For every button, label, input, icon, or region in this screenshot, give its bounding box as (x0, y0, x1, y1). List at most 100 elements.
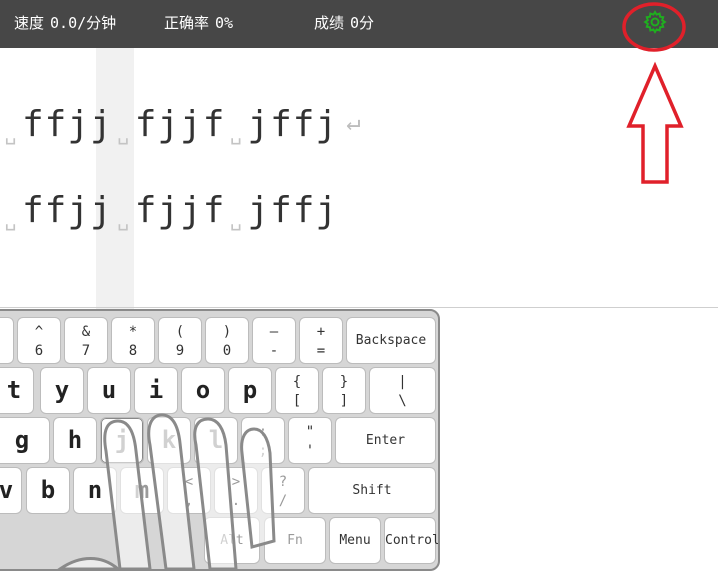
key-0[interactable]: ) 0 (205, 317, 249, 364)
key-8[interactable]: * 8 (111, 317, 155, 364)
key-h[interactable]: h (53, 417, 97, 464)
space-marker: ␣ (117, 207, 131, 231)
key-control[interactable]: Control (384, 517, 440, 564)
key-shift-char: { (292, 374, 302, 390)
key-l[interactable]: l (194, 417, 238, 464)
key-label: i (148, 376, 164, 404)
accuracy-label: 正确率 (164, 14, 210, 32)
accuracy-value: 0% (215, 14, 234, 32)
practice-word: fjjf (134, 190, 226, 231)
key-shift-char: > (231, 474, 241, 490)
key-shift-char: + (316, 324, 326, 340)
key-equals[interactable]: + = (299, 317, 343, 364)
key-enter[interactable]: Enter (335, 417, 436, 464)
practice-line-1: ␣ ffjj ␣ fjjf ␣ jffj ↵ (0, 104, 362, 156)
key-label: p (242, 376, 258, 404)
key-right-bracket[interactable]: } ] (322, 367, 366, 414)
key-slash[interactable]: ? / (261, 467, 305, 514)
speed-value: 0.0/分钟 (50, 14, 117, 32)
key-menu[interactable]: Menu (329, 517, 381, 564)
key-backspace[interactable]: Backspace (346, 317, 436, 364)
key-shift-char: < (184, 474, 194, 490)
key-fn[interactable]: Fn (264, 517, 326, 564)
key-left-bracket[interactable]: { [ (275, 367, 319, 414)
key-g[interactable]: g (0, 417, 50, 464)
practice-word: ffjj (22, 190, 113, 231)
key-p[interactable]: p (228, 367, 272, 414)
key-9[interactable]: ( 9 (158, 317, 202, 364)
key-t[interactable]: t (0, 367, 34, 414)
key-label: Shift (352, 483, 392, 498)
key-char: 9 (175, 343, 185, 359)
divider (0, 307, 718, 308)
space-marker: ␣ (229, 207, 243, 231)
key-char: 8 (128, 343, 138, 359)
key-j[interactable]: j (100, 417, 144, 464)
key-shift-char: " (305, 424, 315, 440)
key-i[interactable]: i (134, 367, 178, 414)
key-quote[interactable]: " ' (288, 417, 332, 464)
key-b[interactable]: b (26, 467, 70, 514)
key-v[interactable]: v (0, 467, 22, 514)
key-label: u (101, 376, 117, 404)
key-label: Control (385, 533, 440, 548)
settings-button[interactable] (642, 9, 668, 35)
key-char: ' (305, 443, 315, 459)
key-shift[interactable]: Shift (308, 467, 436, 514)
key-m[interactable]: m (120, 467, 164, 514)
key-u[interactable]: u (87, 367, 131, 414)
key-7[interactable]: & 7 (64, 317, 108, 364)
score-value: 0分 (350, 14, 375, 32)
key-label: t (6, 376, 22, 404)
key-label: Enter (365, 433, 406, 448)
key-n[interactable]: n (73, 467, 117, 514)
key-char: = (316, 343, 326, 359)
speed-stat: 速度 0.0/分钟 (14, 12, 116, 33)
key-shift-char: | (398, 374, 407, 390)
practice-line-2: ␣ ffjj ␣ fjjf ␣ jffj (0, 190, 338, 242)
practice-word: jffj (247, 190, 339, 231)
key-label: j (114, 426, 130, 454)
key-label: g (14, 426, 30, 454)
key-o[interactable]: o (181, 367, 225, 414)
key-minus[interactable]: — - (252, 317, 296, 364)
key-char: , (184, 493, 194, 509)
key-k[interactable]: k (147, 417, 191, 464)
key-backslash[interactable]: | \ (369, 367, 436, 414)
virtual-keyboard: ^ 6 & 7 * 8 ( 9 ) 0 — - + = Backspace t … (0, 309, 440, 571)
space-marker: ␣ (117, 121, 131, 145)
key-label: y (54, 376, 70, 404)
practice-word: ffjj (22, 104, 113, 145)
key-char: / (278, 493, 288, 509)
key-char: ] (339, 393, 349, 409)
key-label: Fn (287, 533, 303, 548)
key-5[interactable] (0, 317, 14, 364)
key-shift-char: ) (222, 324, 232, 340)
key-period[interactable]: > . (214, 467, 258, 514)
key-label: Menu (339, 533, 371, 548)
key-y[interactable]: y (40, 367, 84, 414)
space-marker: ␣ (4, 121, 18, 145)
key-shift-char: } (339, 374, 349, 390)
key-label: n (87, 476, 103, 504)
key-6[interactable]: ^ 6 (17, 317, 61, 364)
key-label: l (208, 426, 224, 454)
score-label: 成绩 (314, 14, 345, 32)
key-shift-char: ? (278, 474, 288, 490)
key-char: 6 (34, 343, 44, 359)
space-marker: ␣ (229, 121, 243, 145)
practice-word: jffj (247, 104, 339, 145)
key-shift-char: * (128, 324, 138, 340)
key-label: Alt (220, 533, 244, 548)
key-label: b (40, 476, 56, 504)
key-label: v (0, 476, 14, 504)
key-char: - (269, 343, 279, 359)
current-char-highlight (96, 48, 134, 314)
key-label: m (134, 476, 150, 504)
key-alt[interactable]: Alt (204, 517, 260, 564)
key-semicolon[interactable]: : ; (241, 417, 285, 464)
key-comma[interactable]: < , (167, 467, 211, 514)
key-label: k (161, 426, 177, 454)
key-shift-char: ^ (34, 324, 44, 340)
key-shift-char: — (269, 324, 279, 340)
